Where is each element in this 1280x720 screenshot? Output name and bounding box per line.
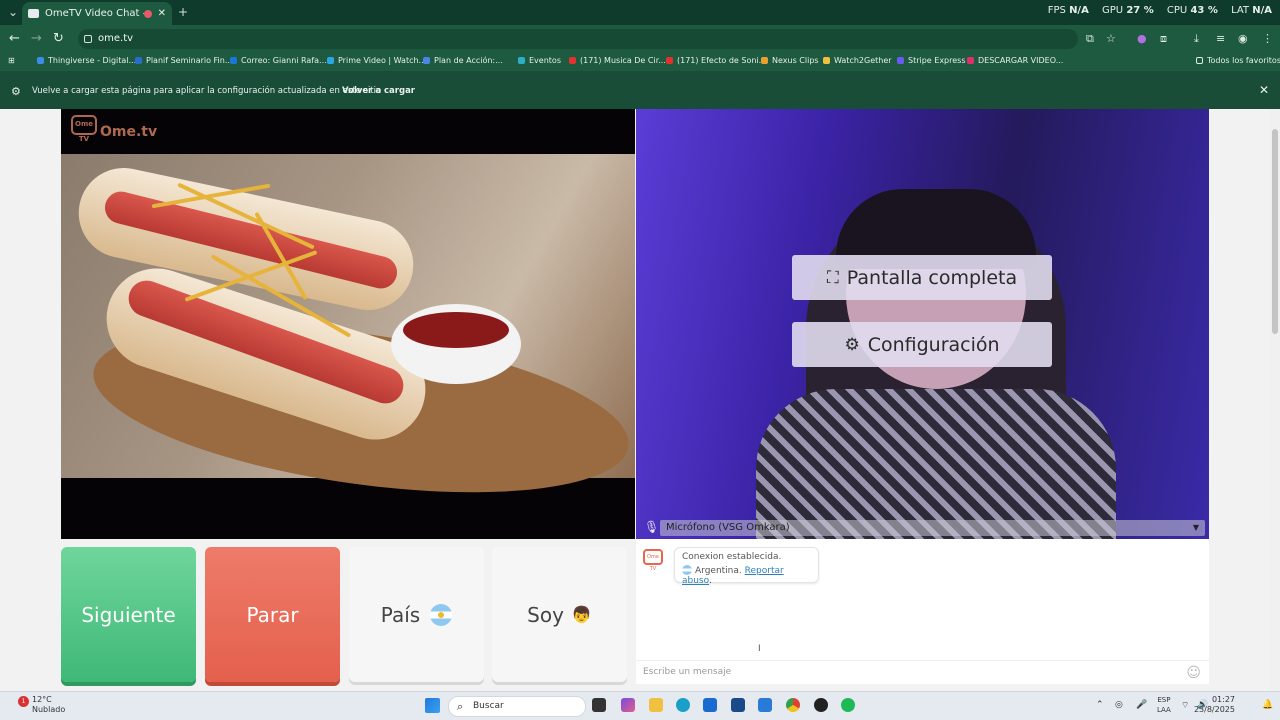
wifi-icon[interactable]: ⌔ [1181, 700, 1189, 711]
clock[interactable]: 01:27 23/8/2025 [1194, 695, 1235, 715]
gender-button[interactable]: Soy 👦 [492, 547, 627, 682]
stop-button[interactable]: Parar [205, 547, 340, 682]
bookmark-9[interactable]: Watch2Gether [823, 56, 892, 65]
infobar-text: Vuelve a cargar esta página para aplicar… [32, 86, 382, 96]
microphone-icon: 🎙 [644, 520, 660, 534]
bookmark-11[interactable]: DESCARGAR VIDEO... [967, 56, 1063, 65]
fullscreen-button[interactable]: ⛶ Pantalla completa [792, 255, 1052, 300]
own-video: ⛶ Pantalla completa ⚙ Configuración 🎙 Mi… [636, 109, 1209, 539]
recording-icon [143, 9, 152, 18]
task-view-icon[interactable] [592, 698, 606, 712]
page-content: Ome TV Ome.tv ⛶ Pantalla completa ⚙ Confi… [0, 109, 1270, 691]
reload-infobar: ⚙ Vuelve a cargar esta página para aplic… [0, 71, 1280, 109]
new-tab-icon[interactable]: + [178, 5, 188, 19]
download-icon[interactable]: ⤓ [1194, 32, 1199, 46]
mic-select[interactable]: Micrófono (VSG Omkara) ▼ [660, 520, 1205, 536]
ometv-chat-logo-icon: Ome TV [643, 549, 663, 572]
edge-icon[interactable] [676, 698, 690, 712]
bookmark-2[interactable]: Correo: Gianni Rafa... [230, 56, 327, 65]
argentina-flag-icon [682, 565, 692, 575]
file-explorer-icon[interactable] [649, 698, 663, 712]
emoji-icon[interactable]: ☺ [1186, 662, 1201, 684]
url-bar[interactable]: ome.tv [78, 29, 1078, 49]
store-icon[interactable] [731, 698, 745, 712]
tv-favicon-icon [28, 9, 39, 18]
settings-gear-icon: ⚙ [11, 85, 21, 98]
install-icon[interactable]: ⧉ [1086, 32, 1094, 46]
language-indicator[interactable]: ESP LAA [1157, 695, 1171, 715]
bookmark-3[interactable]: Prime Video | Watch... [327, 56, 426, 65]
chrome-icon[interactable] [786, 698, 800, 712]
star-icon[interactable]: ☆ [1106, 32, 1116, 45]
dropdown-caret-icon: ▼ [1192, 523, 1199, 532]
ometv-logo: Ome TV Ome.tv [71, 115, 157, 143]
spotify-icon[interactable] [841, 698, 855, 712]
settings-button[interactable]: ⚙ Configuración [792, 322, 1052, 367]
bookmark-5[interactable]: Eventos [518, 56, 561, 65]
text-cursor-icon: I [758, 644, 761, 654]
gear-icon: ⚙ [844, 334, 860, 355]
apps-icon[interactable]: ⊞ [8, 56, 15, 65]
tab-menu-icon[interactable]: ⌄ [8, 5, 18, 19]
bookmark-1[interactable]: Planif Seminario Fin... [135, 56, 232, 65]
avatar[interactable]: ◉ [1238, 32, 1248, 45]
weather-icon: 1 [18, 696, 29, 707]
tray-mic-icon[interactable]: 🎤 [1136, 700, 1147, 710]
windows-start-icon[interactable] [425, 698, 440, 713]
hotdog-image [61, 154, 635, 521]
perf-overlay: FPS N/A GPU 27 % CPU 43 % LAT N/A [1047, 5, 1272, 16]
extension-icon[interactable]: ● [1137, 32, 1147, 45]
taskbar-search[interactable]: ⌕ Buscar [448, 696, 586, 717]
system-message: Conexion establecida. Argentina. Reporta… [674, 547, 819, 586]
taskbar: 1 12°C Nublado ⌕ Buscar ⌃ ◎ 🎤 ESP LAA ⌔ 🔊… [0, 691, 1280, 720]
bookmark-7[interactable]: (171) Efecto de Soni... [666, 56, 766, 65]
app2-icon[interactable] [814, 698, 828, 712]
stranger-video: Ome TV Ome.tv [61, 109, 635, 539]
menu-icon[interactable]: ⋮ [1262, 32, 1273, 45]
boy-emoji-icon: 👦 [571, 605, 592, 624]
mic-bar: 🎙 Micrófono (VSG Omkara) ▼ [636, 517, 1209, 539]
app-icon[interactable] [758, 698, 772, 712]
site-info-icon[interactable] [84, 35, 92, 43]
country-button[interactable]: País [349, 547, 484, 682]
notifications-icon[interactable]: 🔔 [1262, 700, 1273, 710]
message-input[interactable]: Escribe un mensaje ☺ [636, 660, 1209, 684]
bookmarks-bar: ⊞ Thingiverse - Digital... Planif Semina… [0, 53, 1280, 71]
bookmark-4[interactable]: Plan de Acción:... [423, 56, 503, 65]
copilot-icon[interactable] [621, 698, 635, 712]
tray-app-icon[interactable]: ◎ [1115, 700, 1123, 710]
forward-icon[interactable]: → [31, 31, 42, 46]
next-button[interactable]: Siguiente [61, 547, 196, 682]
extensions-icon[interactable]: ⧈ [1160, 32, 1167, 46]
bookmark-6[interactable]: (171) Musica De Cir... [569, 56, 666, 65]
outlook-icon[interactable] [703, 698, 717, 712]
all-bookmarks[interactable]: Todos los favoritos [1196, 56, 1280, 65]
argentina-flag-icon [430, 603, 453, 626]
tab-ometv[interactable]: OmeTV Video Chat — Omegle ✕ [22, 2, 172, 25]
tray-chevron-icon[interactable]: ⌃ [1096, 700, 1104, 710]
weather-widget[interactable]: 1 12°C Nublado [18, 695, 65, 715]
tab-close-icon[interactable]: ✕ [158, 8, 166, 19]
infobar-close-icon[interactable]: ✕ [1259, 83, 1269, 97]
fullscreen-icon: ⛶ [826, 267, 839, 288]
tab-strip: ⌄ OmeTV Video Chat — Omegle ✕ + FPS N/A … [0, 0, 1280, 25]
address-toolbar: ← → ↻ ome.tv ⧉ ☆ ● ⧈ ⤓ ≡ ◉ ⋮ [0, 25, 1280, 53]
back-icon[interactable]: ← [9, 31, 20, 46]
search-icon: ⌕ [457, 700, 464, 713]
bookmark-8[interactable]: Nexus Clips [761, 56, 819, 65]
page-scrollbar[interactable] [1270, 109, 1280, 691]
reload-icon[interactable]: ↻ [53, 31, 64, 46]
bookmark-10[interactable]: Stripe Express [897, 56, 966, 65]
media-icon[interactable]: ≡ [1216, 32, 1225, 45]
tab-title: OmeTV Video Chat — Omegle [45, 8, 144, 19]
bookmark-0[interactable]: Thingiverse - Digital... [37, 56, 136, 65]
reload-button[interactable]: Volver a cargar [342, 86, 415, 96]
